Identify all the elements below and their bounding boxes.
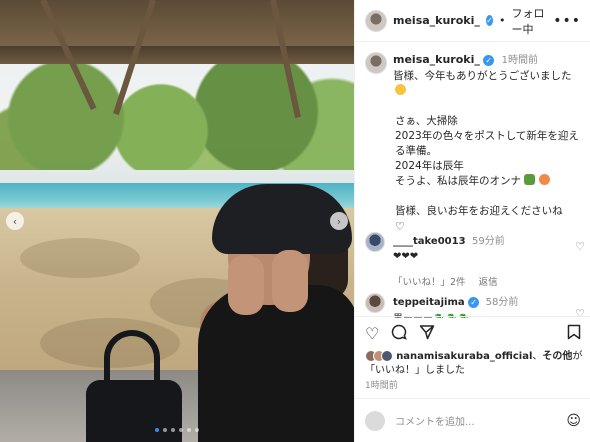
photo-beam [0,46,354,64]
post-side-panel: meisa_kuroki_ ✓ • フォロー中 ••• meisa_kuroki… [354,0,590,442]
share-icon[interactable] [419,324,435,344]
carousel-dot [155,428,159,432]
carousel-dot [187,428,191,432]
caption-line: 皆様、今年もありがとうございました [393,70,572,82]
caption-line: そうよ、私は辰年のオンナ [395,175,521,187]
carousel-dot [195,428,199,432]
header-username[interactable]: meisa_kuroki_ [393,14,480,27]
caption-username[interactable]: meisa_kuroki_ [393,53,480,66]
photo-bag [86,380,182,442]
carousel-dot [171,428,175,432]
post-photo[interactable]: ‹ › [0,0,354,442]
caption-line: 2023年の色々をポストして新年を迎え [395,130,579,142]
follow-status-button[interactable]: フォロー中 [512,5,548,37]
comment-username[interactable]: teppeitajima [393,297,465,308]
chevron-left-icon: ‹ [12,214,18,228]
caption-line: 2024年は辰年 [395,160,464,172]
smiling-face-emoji-icon [395,84,406,95]
comment-item: teppeitajima ✓ 58分前 黒ーーー🐉🐉🐉 ♡ [365,293,585,320]
likes-suffix: が [572,351,583,362]
caption: meisa_kuroki_ ✓ 1時間前 皆様、今年もありがとうございました さ… [365,52,585,235]
caption-time: 1時間前 [501,55,538,66]
comment-username[interactable]: ____take0013 [393,236,466,247]
comment-like-count[interactable]: 「いいね！」2件 [393,277,466,288]
add-comment-bar: コメントを追加... ☺ [355,398,590,442]
comment-reply-button[interactable]: 返信 [479,277,498,288]
heart-icon[interactable]: ♡ [365,324,379,343]
photo-person-hand [228,255,264,315]
photo-person-hand [272,250,308,312]
carousel-dot [179,428,183,432]
comment-icon[interactable] [391,324,408,344]
comment-text: ❤❤❤ [393,251,419,262]
avatar[interactable] [365,232,385,252]
dragon-emoji-icon [524,174,536,185]
carousel-prev-button[interactable]: ‹ [6,212,24,230]
carousel-indicator [0,428,354,432]
chevron-right-icon: › [336,214,342,228]
bookmark-icon[interactable] [567,324,581,344]
user-avatar [365,410,385,431]
liker-avatars [365,350,393,362]
comment-like-heart-icon[interactable]: ♡ [575,240,585,253]
post-actions-bar: ♡ [355,316,590,350]
likes-connector: 、 [532,351,543,362]
caption-line [395,99,585,114]
avatar[interactable] [365,52,387,74]
avatar[interactable] [365,9,387,32]
tongue-face-emoji-icon [538,174,550,185]
carousel-next-button[interactable]: › [330,212,348,230]
post-header: meisa_kuroki_ ✓ • フォロー中 ••• [355,0,590,42]
caption-line: さぁ、大掃除 [395,115,458,127]
likes-summary: nanamisakuraba_official、その他が 「いいね！」しました [365,350,587,378]
caption-line [395,189,585,204]
verified-badge-icon: ✓ [468,297,480,308]
emoji-picker-icon[interactable]: ☺ [566,413,581,429]
comment-time: 58分前 [485,297,519,308]
follow-separator: • [499,14,506,27]
carousel-dot [163,428,167,432]
comment-input[interactable]: コメントを追加... [395,413,556,428]
caption-line: 皆様、良いお年をお迎えくださいね [395,205,563,217]
photo-person-shirt [198,285,354,442]
comment-time: 59分前 [472,236,505,247]
liker-username[interactable]: nanamisakuraba_official [396,351,532,362]
more-options-icon[interactable]: ••• [553,13,581,29]
posted-time: 1時間前 [365,381,398,391]
comment-item: ____take0013 59分前 ❤❤❤ 「いいね！」2件 返信 ♡ [365,232,585,288]
verified-badge-icon: ✓ [485,15,494,26]
caption-line: る準備。 [395,145,437,157]
avatar[interactable] [365,293,385,313]
likes-line2: 「いいね！」しました [365,365,465,376]
likes-others-link[interactable]: その他 [542,351,572,362]
verified-badge-icon: ✓ [483,55,495,66]
